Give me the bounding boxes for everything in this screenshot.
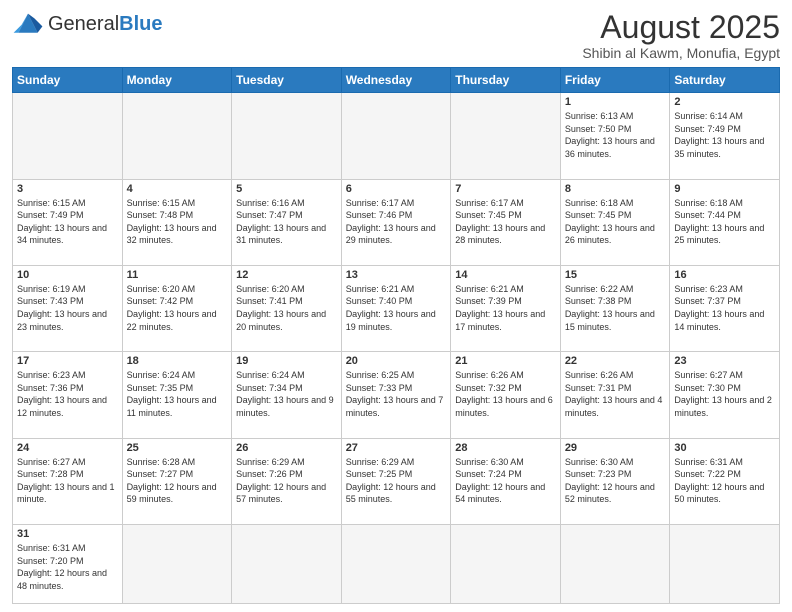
day-23: 23 Sunrise: 6:27 AMSunset: 7:30 PMDaylig… — [670, 352, 780, 438]
header-tuesday: Tuesday — [232, 68, 342, 93]
header-friday: Friday — [560, 68, 670, 93]
day-29: 29 Sunrise: 6:30 AMSunset: 7:23 PMDaylig… — [560, 438, 670, 524]
day-30: 30 Sunrise: 6:31 AMSunset: 7:22 PMDaylig… — [670, 438, 780, 524]
empty-cell — [341, 524, 451, 603]
table-row: 1 Sunrise: 6:13 AMSunset: 7:50 PMDayligh… — [13, 93, 780, 179]
empty-cell — [451, 93, 561, 179]
day-11: 11 Sunrise: 6:20 AMSunset: 7:42 PMDaylig… — [122, 265, 232, 351]
empty-cell — [232, 93, 342, 179]
day-8: 8 Sunrise: 6:18 AMSunset: 7:45 PMDayligh… — [560, 179, 670, 265]
day-20: 20 Sunrise: 6:25 AMSunset: 7:33 PMDaylig… — [341, 352, 451, 438]
day-18: 18 Sunrise: 6:24 AMSunset: 7:35 PMDaylig… — [122, 352, 232, 438]
month-title: August 2025 — [582, 10, 780, 45]
header-monday: Monday — [122, 68, 232, 93]
header-thursday: Thursday — [451, 68, 561, 93]
empty-cell — [13, 93, 123, 179]
empty-cell — [341, 93, 451, 179]
day-14: 14 Sunrise: 6:21 AMSunset: 7:39 PMDaylig… — [451, 265, 561, 351]
table-row: 24 Sunrise: 6:27 AMSunset: 7:28 PMDaylig… — [13, 438, 780, 524]
table-row: 31 Sunrise: 6:31 AMSunset: 7:20 PMDaylig… — [13, 524, 780, 603]
day-17: 17 Sunrise: 6:23 AMSunset: 7:36 PMDaylig… — [13, 352, 123, 438]
day-24: 24 Sunrise: 6:27 AMSunset: 7:28 PMDaylig… — [13, 438, 123, 524]
day-21: 21 Sunrise: 6:26 AMSunset: 7:32 PMDaylig… — [451, 352, 561, 438]
calendar: Sunday Monday Tuesday Wednesday Thursday… — [12, 67, 780, 604]
empty-cell — [670, 524, 780, 603]
header-wednesday: Wednesday — [341, 68, 451, 93]
empty-cell — [122, 93, 232, 179]
weekday-header-row: Sunday Monday Tuesday Wednesday Thursday… — [13, 68, 780, 93]
empty-cell — [451, 524, 561, 603]
day-2: 2 Sunrise: 6:14 AMSunset: 7:49 PMDayligh… — [670, 93, 780, 179]
day-31: 31 Sunrise: 6:31 AMSunset: 7:20 PMDaylig… — [13, 524, 123, 603]
empty-cell — [560, 524, 670, 603]
day-6: 6 Sunrise: 6:17 AMSunset: 7:46 PMDayligh… — [341, 179, 451, 265]
day-3: 3 Sunrise: 6:15 AMSunset: 7:49 PMDayligh… — [13, 179, 123, 265]
day-25: 25 Sunrise: 6:28 AMSunset: 7:27 PMDaylig… — [122, 438, 232, 524]
day-13: 13 Sunrise: 6:21 AMSunset: 7:40 PMDaylig… — [341, 265, 451, 351]
day-5: 5 Sunrise: 6:16 AMSunset: 7:47 PMDayligh… — [232, 179, 342, 265]
logo: GeneralBlue — [12, 10, 163, 38]
empty-cell — [232, 524, 342, 603]
day-4: 4 Sunrise: 6:15 AMSunset: 7:48 PMDayligh… — [122, 179, 232, 265]
header-sunday: Sunday — [13, 68, 123, 93]
day-28: 28 Sunrise: 6:30 AMSunset: 7:24 PMDaylig… — [451, 438, 561, 524]
day-10: 10 Sunrise: 6:19 AMSunset: 7:43 PMDaylig… — [13, 265, 123, 351]
logo-text: GeneralBlue — [48, 13, 163, 36]
header-saturday: Saturday — [670, 68, 780, 93]
title-block: August 2025 Shibin al Kawm, Monufia, Egy… — [582, 10, 780, 61]
day-9: 9 Sunrise: 6:18 AMSunset: 7:44 PMDayligh… — [670, 179, 780, 265]
table-row: 10 Sunrise: 6:19 AMSunset: 7:43 PMDaylig… — [13, 265, 780, 351]
day-12: 12 Sunrise: 6:20 AMSunset: 7:41 PMDaylig… — [232, 265, 342, 351]
day-15: 15 Sunrise: 6:22 AMSunset: 7:38 PMDaylig… — [560, 265, 670, 351]
day-27: 27 Sunrise: 6:29 AMSunset: 7:25 PMDaylig… — [341, 438, 451, 524]
day-22: 22 Sunrise: 6:26 AMSunset: 7:31 PMDaylig… — [560, 352, 670, 438]
header: GeneralBlue August 2025 Shibin al Kawm, … — [12, 10, 780, 61]
table-row: 17 Sunrise: 6:23 AMSunset: 7:36 PMDaylig… — [13, 352, 780, 438]
day-16: 16 Sunrise: 6:23 AMSunset: 7:37 PMDaylig… — [670, 265, 780, 351]
day-26: 26 Sunrise: 6:29 AMSunset: 7:26 PMDaylig… — [232, 438, 342, 524]
logo-icon — [12, 10, 44, 38]
empty-cell — [122, 524, 232, 603]
day-7: 7 Sunrise: 6:17 AMSunset: 7:45 PMDayligh… — [451, 179, 561, 265]
day-1: 1 Sunrise: 6:13 AMSunset: 7:50 PMDayligh… — [560, 93, 670, 179]
table-row: 3 Sunrise: 6:15 AMSunset: 7:49 PMDayligh… — [13, 179, 780, 265]
day-19: 19 Sunrise: 6:24 AMSunset: 7:34 PMDaylig… — [232, 352, 342, 438]
subtitle: Shibin al Kawm, Monufia, Egypt — [582, 45, 780, 61]
